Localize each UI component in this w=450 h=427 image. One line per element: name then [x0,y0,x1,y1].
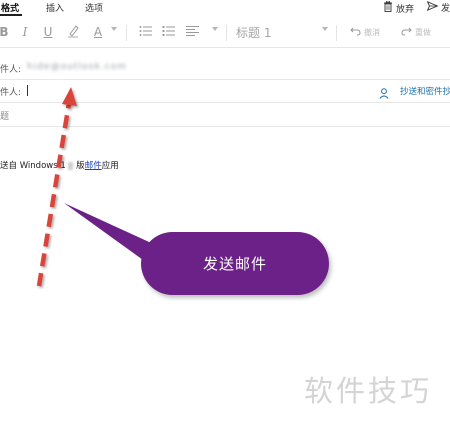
send-email-callout: 发送邮件 [141,232,329,295]
callout-tail [64,203,160,265]
watermark-text: 软件技巧 [304,374,433,408]
